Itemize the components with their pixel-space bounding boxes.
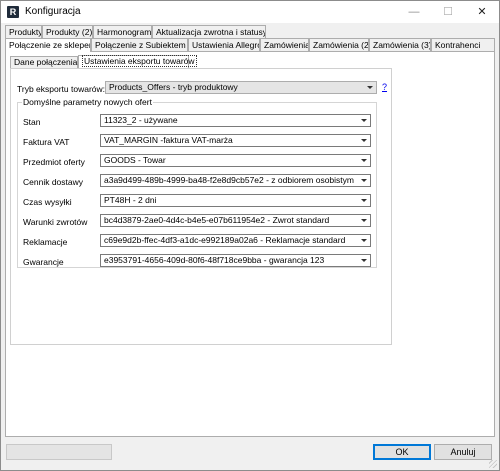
app-icon: R xyxy=(7,6,19,18)
export-mode-label: Tryb eksportu towarów: xyxy=(17,84,106,94)
export-mode-value: Products_Offers - tryb produktowy xyxy=(109,82,238,92)
reklamacje-select[interactable]: c69e9d2b-ffec-4df3-a1dc-e992189a02a6 - R… xyxy=(100,234,371,247)
field-label-stan: Stan xyxy=(23,117,41,127)
help-link[interactable]: ? xyxy=(382,82,387,92)
subtab-dane-polaczenia[interactable]: Dane połączenia xyxy=(10,56,78,68)
zwroty-select[interactable]: bc4d3879-2ae0-4d4c-b4e5-e07b611954e2 - Z… xyxy=(100,214,371,227)
tab-kontrahenci[interactable]: Kontrahenci xyxy=(431,38,495,51)
minimize-icon[interactable]: — xyxy=(397,1,431,23)
subtab-ustawienia-eksportu-label: Ustawienia eksportu towarów xyxy=(82,55,197,67)
tab-polaczenie-subiekt[interactable]: Połączenie z Subiektem xyxy=(91,38,188,51)
faktura-select[interactable]: VAT_MARGIN -faktura VAT-marża xyxy=(100,134,371,147)
tab-produkty[interactable]: Produkty xyxy=(5,25,42,38)
ok-button[interactable]: OK xyxy=(373,444,431,460)
config-window: R Konfiguracja — ☐ ✕ Produkty Produkty (… xyxy=(0,0,500,471)
faktura-value: VAT_MARGIN -faktura VAT-marża xyxy=(104,135,233,145)
chevron-down-icon xyxy=(361,139,367,142)
czas-value: PT48H - 2 dni xyxy=(104,195,157,205)
field-label-reklamacje: Reklamacje xyxy=(23,237,68,247)
field-label-cennik: Cennik dostawy xyxy=(23,177,84,187)
field-label-przedmiot: Przedmiot oferty xyxy=(23,157,85,167)
tab-polaczenie-sklep[interactable]: Połączenie ze sklepem xyxy=(5,38,91,52)
gwarancje-select[interactable]: e3953791-4656-409d-80f6-48f718ce9bba - g… xyxy=(100,254,371,267)
field-label-faktura: Faktura VAT xyxy=(23,137,70,147)
tab-produkty-2[interactable]: Produkty (2) xyxy=(42,25,93,38)
default-params-title: Domyślne parametry nowych ofert xyxy=(22,97,153,107)
gwarancje-value: e3953791-4656-409d-80f6-48f718ce9bba - g… xyxy=(104,255,325,265)
chevron-down-icon xyxy=(361,179,367,182)
cennik-value: a3a9d499-489b-4999-ba48-f2e8d9cb57e2 - z… xyxy=(104,175,354,185)
chevron-down-icon xyxy=(361,259,367,262)
chevron-down-icon xyxy=(361,159,367,162)
chevron-down-icon xyxy=(361,119,367,122)
zwroty-value: bc4d3879-2ae0-4d4c-b4e5-e07b611954e2 - Z… xyxy=(104,215,330,225)
cennik-select[interactable]: a3a9d499-489b-4999-ba48-f2e8d9cb57e2 - z… xyxy=(100,174,371,187)
chevron-down-icon xyxy=(361,199,367,202)
export-mode-select[interactable]: Products_Offers - tryb produktowy xyxy=(105,81,377,94)
tab-zamowienia[interactable]: Zamówienia xyxy=(260,38,309,51)
cancel-button[interactable]: Anuluj xyxy=(434,444,492,460)
chevron-down-icon xyxy=(367,86,373,89)
close-icon[interactable]: ✕ xyxy=(465,1,499,23)
reklamacje-value: c69e9d2b-ffec-4df3-a1dc-e992189a02a6 - R… xyxy=(104,235,346,245)
field-label-gwarancje: Gwarancje xyxy=(23,257,64,267)
tab-zamowienia-2[interactable]: Zamówienia (2) xyxy=(309,38,369,51)
tab-aktualizacja[interactable]: Aktualizacja zwrotna i statusy xyxy=(152,25,266,38)
stan-select[interactable]: 11323_2 - używane xyxy=(100,114,371,127)
title-bar[interactable]: R Konfiguracja — ☐ ✕ xyxy=(1,1,499,23)
czas-select[interactable]: PT48H - 2 dni xyxy=(100,194,371,207)
status-box xyxy=(6,444,112,460)
field-label-zwroty: Warunki zwrotów xyxy=(23,217,88,227)
window-title: Konfiguracja xyxy=(25,6,81,17)
field-label-czas: Czas wysyłki xyxy=(23,197,72,207)
subtab-ustawienia-eksportu[interactable]: Ustawienia eksportu towarów xyxy=(78,55,197,68)
tab-harmonogram[interactable]: Harmonogram xyxy=(93,25,152,38)
chevron-down-icon xyxy=(361,239,367,242)
przedmiot-select[interactable]: GOODS - Towar xyxy=(100,154,371,167)
resize-grip-icon[interactable] xyxy=(489,460,497,468)
przedmiot-value: GOODS - Towar xyxy=(104,155,166,165)
tab-ustawienia-allegro[interactable]: Ustawienia Allegro xyxy=(188,38,260,51)
chevron-down-icon xyxy=(361,219,367,222)
tab-zamowienia-3[interactable]: Zamówienia (3) xyxy=(369,38,431,51)
stan-value: 11323_2 - używane xyxy=(104,115,178,125)
maximize-icon[interactable]: ☐ xyxy=(431,1,465,23)
